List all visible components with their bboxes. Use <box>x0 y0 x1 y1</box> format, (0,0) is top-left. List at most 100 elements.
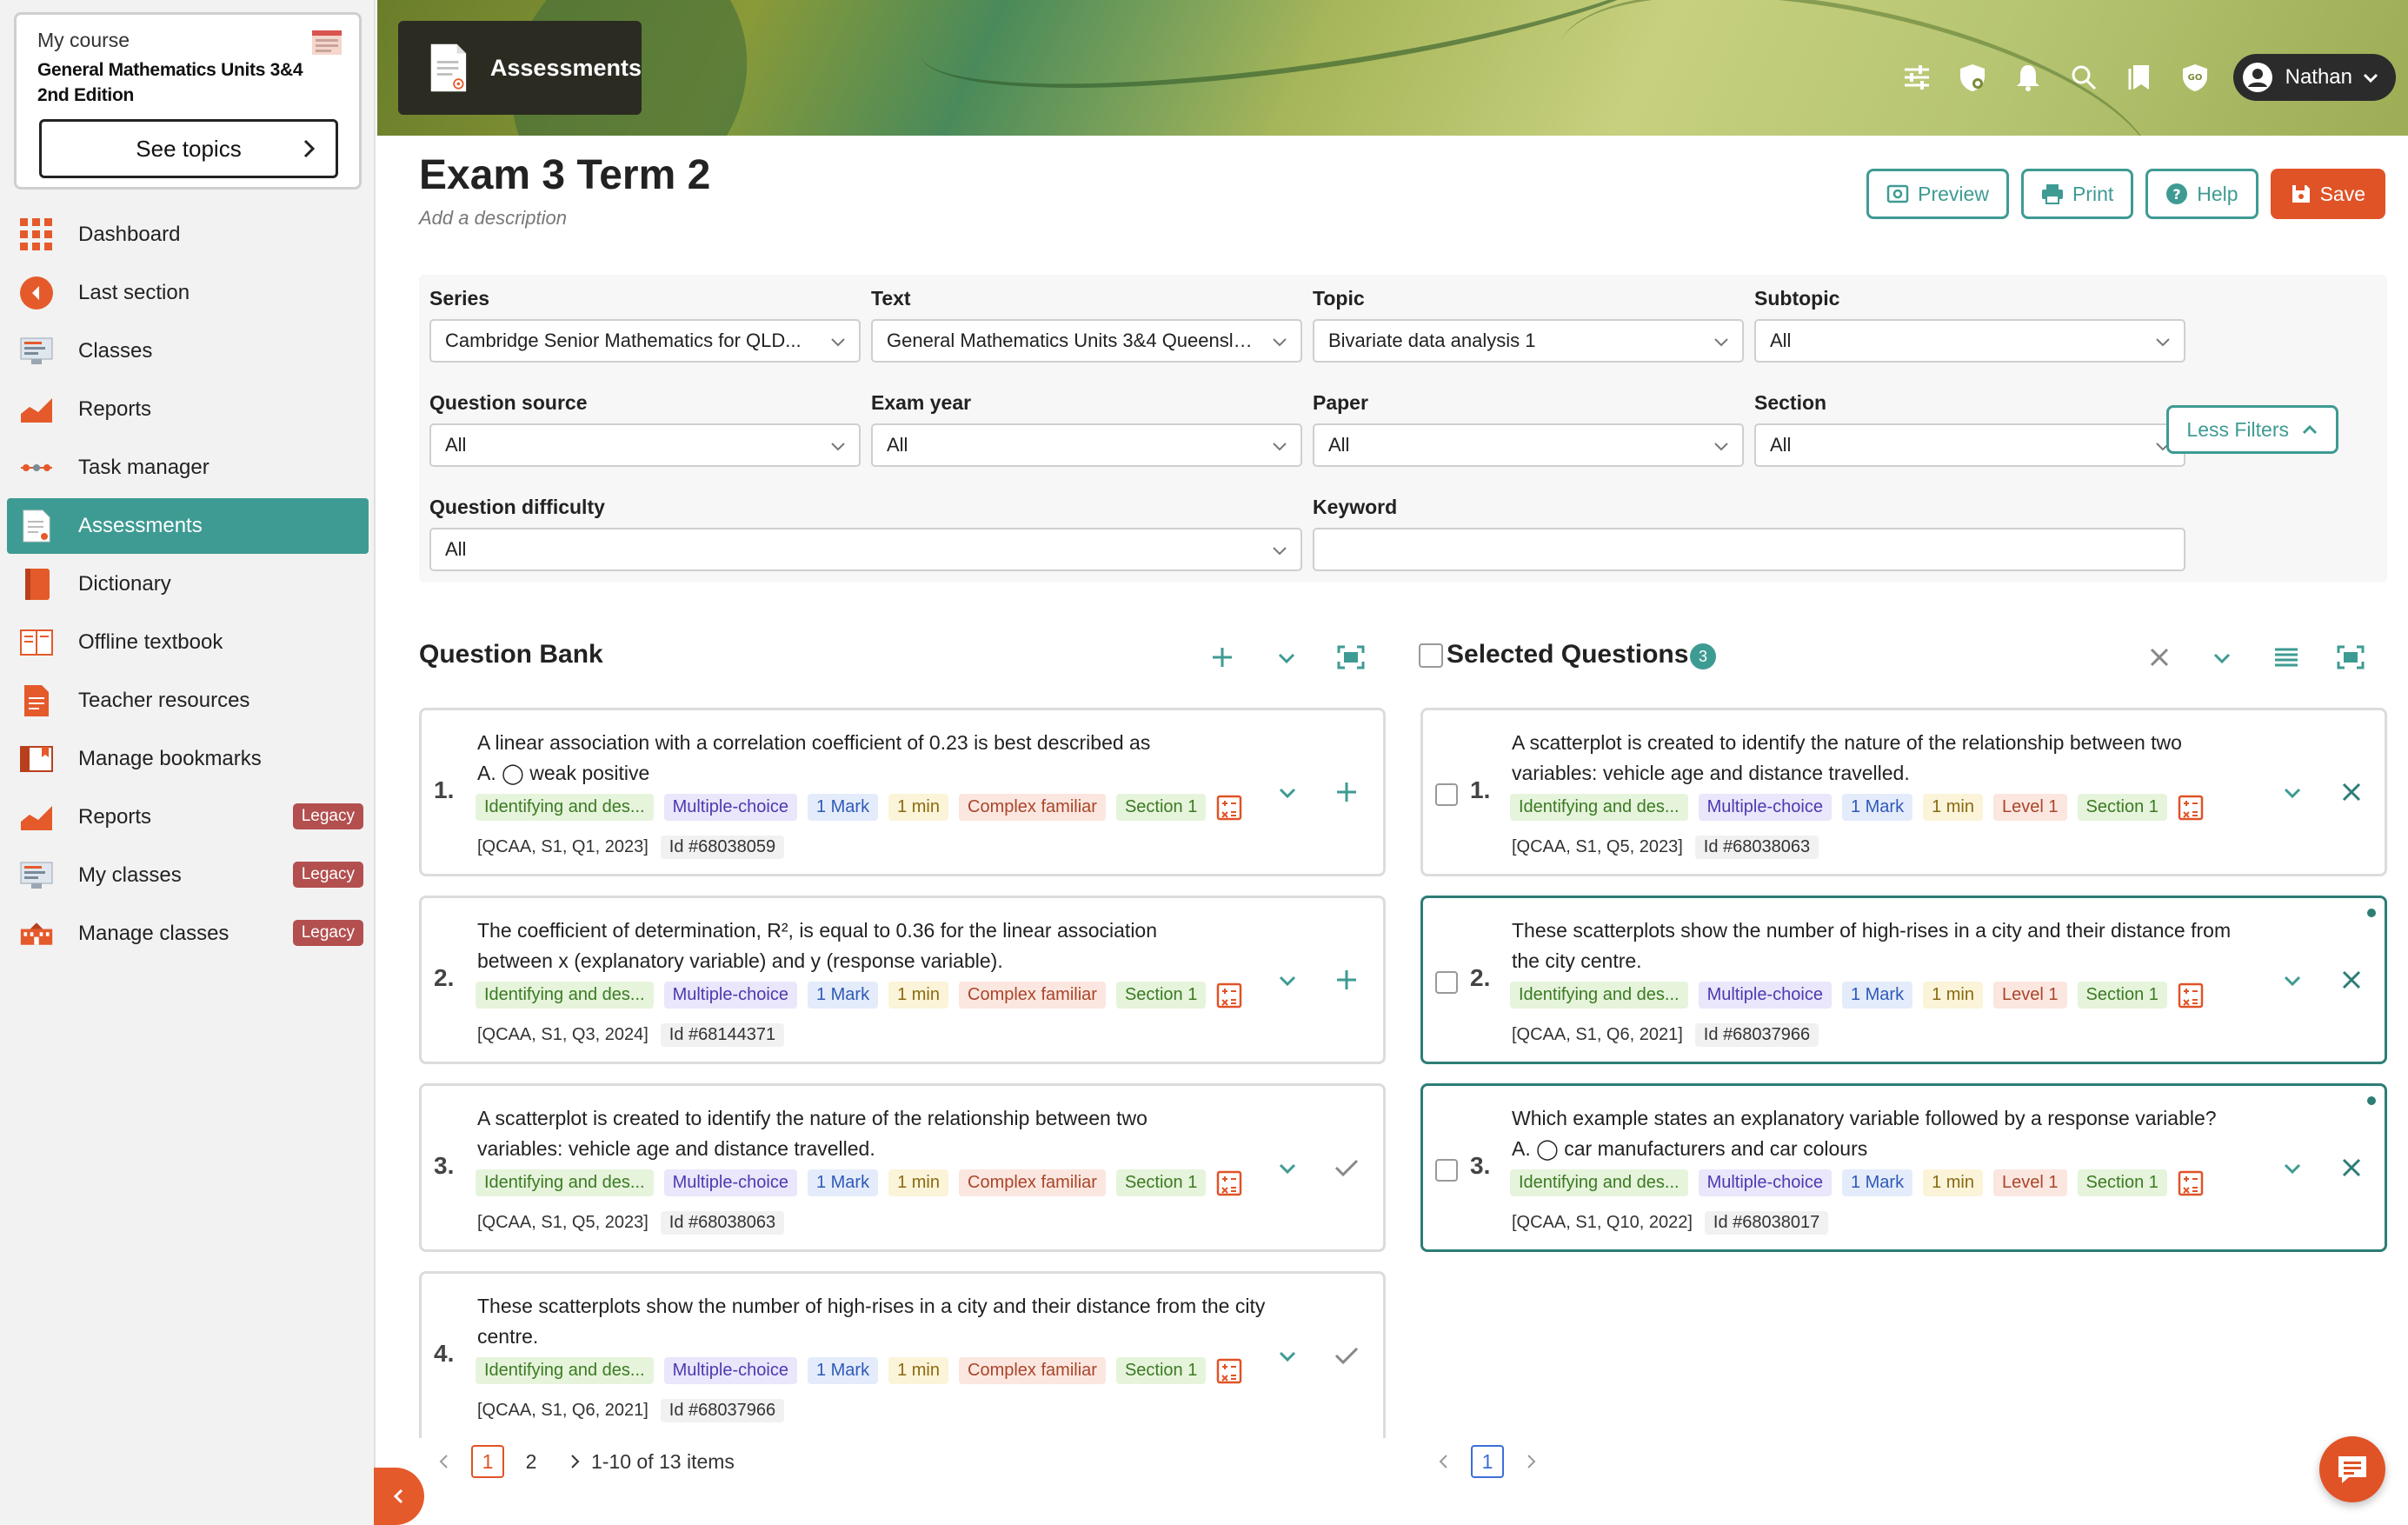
close-icon[interactable] <box>2142 640 2177 675</box>
keyword-input[interactable] <box>1313 528 2185 571</box>
unsaved-indicator <box>2367 909 2376 917</box>
chevron-down-icon[interactable] <box>1272 964 1303 996</box>
chevron-down-icon[interactable] <box>2205 640 2239 675</box>
tag-marks: 1 Mark <box>1841 1169 1913 1196</box>
sidebar-item-assessments[interactable]: Assessments <box>7 498 369 554</box>
chevron-down-icon[interactable] <box>2277 776 2308 808</box>
bell-icon[interactable] <box>2011 60 2045 95</box>
next-page-icon[interactable] <box>1514 1445 1547 1478</box>
subtopic-select[interactable]: All <box>1754 319 2185 363</box>
chevron-down-icon[interactable] <box>1272 1340 1303 1371</box>
question-bank-title: Question Bank <box>419 640 603 669</box>
sidebar-item-reports[interactable]: Reports <box>7 382 369 437</box>
chevron-down-icon[interactable] <box>1272 776 1303 808</box>
page-1-button[interactable]: 1 <box>1471 1445 1504 1478</box>
list-view-icon[interactable] <box>2269 640 2304 675</box>
see-topics-button[interactable]: See topics <box>39 119 338 178</box>
question-id: Id #68037966 <box>1694 1023 1819 1047</box>
print-button[interactable]: Print <box>2020 169 2134 219</box>
section-select[interactable]: All <box>1754 423 2185 467</box>
exam-description[interactable]: Add a description <box>419 207 567 230</box>
question-bank-card[interactable]: 1. A linear association with a correlati… <box>419 708 1386 876</box>
selected-question-card[interactable]: 2. These scatterplots show the number of… <box>1420 896 2387 1064</box>
add-question-icon[interactable] <box>1205 640 1240 675</box>
text-select[interactable]: General Mathematics Units 3&4 Queensland… <box>871 319 1302 363</box>
chevron-down-icon[interactable] <box>2277 1152 2308 1183</box>
topic-label: Topic <box>1313 287 1365 310</box>
page-1-button[interactable]: 1 <box>471 1445 504 1478</box>
select-all-checkbox[interactable] <box>1419 643 1443 668</box>
question-checkbox[interactable] <box>1435 971 1458 994</box>
sliders-icon[interactable] <box>1899 60 1934 95</box>
sidebar-item-label: Offline textbook <box>78 630 223 654</box>
question-reference: [QCAA, S1, Q3, 2024] Id #68144371 <box>477 1023 785 1047</box>
selected-question-card[interactable]: 1. A scatterplot is created to identify … <box>1420 708 2387 876</box>
series-select[interactable]: Cambridge Senior Mathematics for QLD... <box>429 319 861 363</box>
chevron-down-icon <box>2363 73 2378 83</box>
tag-marks: 1 Mark <box>1841 982 1913 1009</box>
question-bank-card[interactable]: 3. A scatterplot is created to identify … <box>419 1083 1386 1252</box>
sidebar-item-label: Classes <box>78 339 153 363</box>
question-checkbox[interactable] <box>1435 1159 1458 1182</box>
chevron-down-icon[interactable] <box>1272 1152 1303 1183</box>
question-option: A. ◯ car manufacturers and car colours <box>1512 1137 1868 1160</box>
sidebar-item-dictionary[interactable]: Dictionary <box>7 556 369 612</box>
remove-icon[interactable] <box>2336 1152 2367 1183</box>
selected-question-card[interactable]: 3. Which example states an explanatory v… <box>1420 1083 2387 1252</box>
expand-icon[interactable] <box>2333 640 2368 675</box>
question-difficulty-select[interactable]: All <box>429 528 1302 571</box>
prev-page-icon[interactable] <box>1427 1445 1460 1478</box>
chevron-down-icon[interactable] <box>1269 640 1304 675</box>
user-menu[interactable]: Nathan <box>2232 54 2396 101</box>
chevron-down-icon[interactable] <box>2277 964 2308 996</box>
sidebar-item-offline-textbook[interactable]: Offline textbook <box>7 615 369 670</box>
less-filters-button[interactable]: Less Filters <box>2166 405 2338 454</box>
sidebar-item-dashboard[interactable]: Dashboard <box>7 207 369 263</box>
page-2-button[interactable]: 2 <box>515 1445 548 1478</box>
sidebar-item-classes[interactable]: Classes <box>7 323 369 379</box>
bookmarks-icon[interactable] <box>2122 60 2157 95</box>
collapse-sidebar-button[interactable] <box>374 1468 424 1525</box>
tag-type: Multiple-choice <box>1698 982 1832 1009</box>
expand-icon[interactable] <box>1334 640 1368 675</box>
search-icon[interactable] <box>2066 60 2101 95</box>
sidebar-item-my-classes[interactable]: My classes Legacy <box>7 848 369 903</box>
chevron-left-icon <box>393 1488 403 1504</box>
question-stem: A linear association with a correlation … <box>477 731 1151 754</box>
open-book-icon <box>19 625 54 660</box>
question-bank-card[interactable]: 2. The coefficient of determination, R²,… <box>419 896 1386 1064</box>
sidebar-item-task-manager[interactable]: Task manager <box>7 440 369 496</box>
save-button[interactable]: Save <box>2270 169 2385 219</box>
question-checkbox[interactable] <box>1435 783 1458 806</box>
preview-button[interactable]: Preview <box>1866 169 2009 219</box>
checkmark-icon[interactable] <box>1331 1340 1362 1371</box>
save-label: Save <box>2319 182 2365 205</box>
exam-title[interactable]: Exam 3 Term 2 <box>419 151 710 199</box>
add-icon[interactable] <box>1331 776 1362 808</box>
question-bank-card[interactable]: 4. These scatterplots show the number of… <box>419 1271 1386 1438</box>
topic-select[interactable]: Bivariate data analysis 1 <box>1313 319 1744 363</box>
question-stem: Which example states an explanatory vari… <box>1512 1107 2217 1129</box>
question-source-select[interactable]: All <box>429 423 861 467</box>
exam-year-select[interactable]: All <box>871 423 1302 467</box>
checkmark-icon[interactable] <box>1331 1152 1362 1183</box>
task-icon <box>19 450 54 485</box>
next-page-icon[interactable] <box>558 1445 591 1478</box>
question-stem: These scatterplots show the number of hi… <box>477 1295 1266 1348</box>
shield-gear-icon[interactable] <box>1955 60 1990 95</box>
add-icon[interactable] <box>1331 964 1362 996</box>
chat-button[interactable] <box>2319 1436 2385 1502</box>
sidebar-item-reports-legacy[interactable]: Reports Legacy <box>7 789 369 845</box>
sidebar-item-teacher-resources[interactable]: Teacher resources <box>7 673 369 729</box>
go-shield-icon[interactable]: GO <box>2178 60 2212 95</box>
sidebar-item-last-section[interactable]: Last section <box>7 265 369 321</box>
prev-page-icon[interactable] <box>428 1445 461 1478</box>
sidebar-item-manage-bookmarks[interactable]: Manage bookmarks <box>7 731 369 787</box>
remove-icon[interactable] <box>2336 964 2367 996</box>
remove-icon[interactable] <box>2336 776 2367 808</box>
chevron-down-icon <box>1714 443 1728 451</box>
question-bank-pagination: 1 2 1-10 of 13 items <box>422 1445 735 1478</box>
paper-select[interactable]: All <box>1313 423 1744 467</box>
sidebar-item-manage-classes[interactable]: Manage classes Legacy <box>7 906 369 962</box>
help-button[interactable]: ? Help <box>2145 169 2258 219</box>
